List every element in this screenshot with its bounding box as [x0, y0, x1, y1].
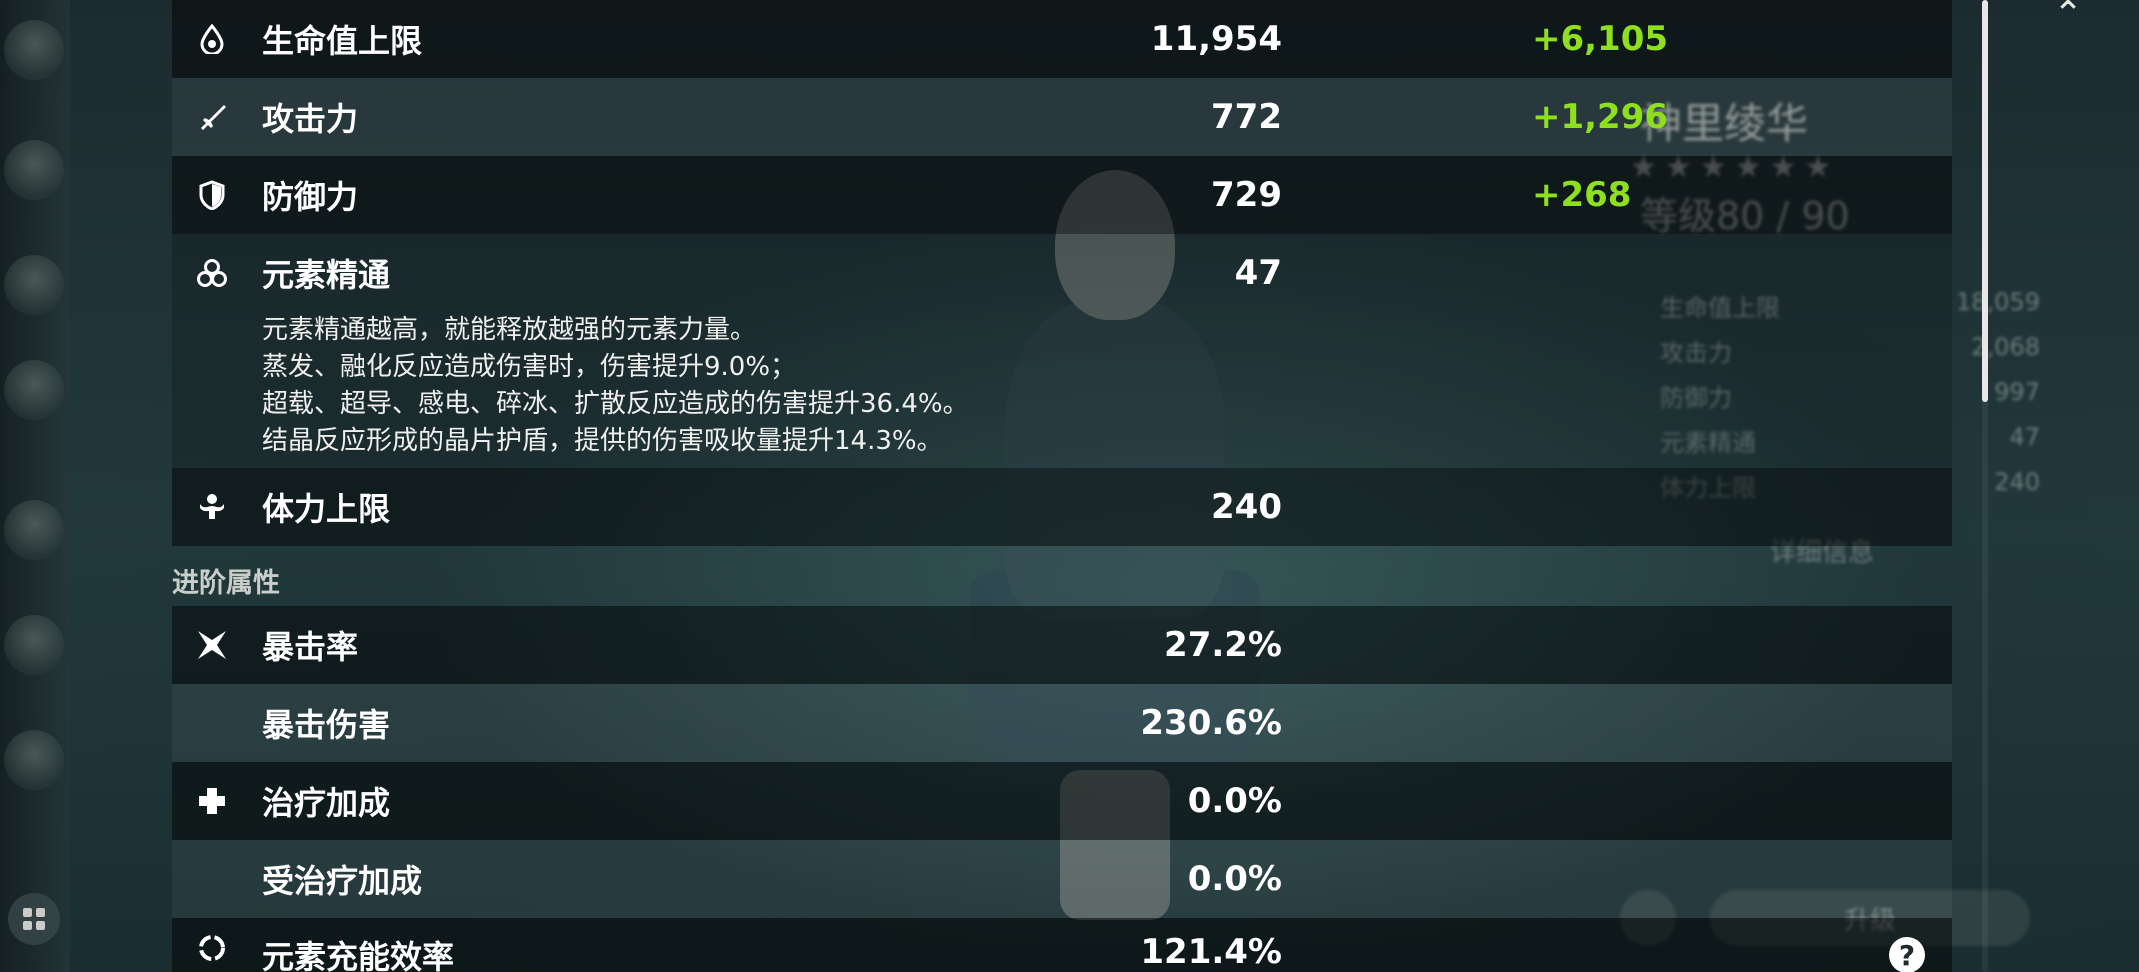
- section-title-advanced: 进阶属性: [172, 568, 280, 599]
- description-line: 元素精通越高，就能释放越强的元素力量。: [262, 315, 757, 345]
- sword-icon: [196, 101, 228, 133]
- energy-recharge-icon: [196, 932, 228, 964]
- stat-label: 暴击伤害: [262, 706, 391, 744]
- stat-label: 治疗加成: [262, 784, 391, 822]
- character-avatar[interactable]: [4, 255, 64, 315]
- stat-value: 121.4%: [1140, 932, 1282, 972]
- stat-value: 230.6%: [1140, 703, 1282, 743]
- stat-value: 0.0%: [1187, 781, 1282, 821]
- shield-icon: [196, 179, 228, 211]
- stat-value: 27.2%: [1164, 625, 1282, 665]
- crit-star-icon: [196, 629, 228, 661]
- stat-value: 0.0%: [1187, 859, 1282, 899]
- stat-row-crit-rate: 暴击率 27.2%: [172, 606, 1952, 684]
- stat-row-atk: 攻击力 772 +1,296: [172, 78, 1952, 156]
- stat-value: 47: [1234, 253, 1282, 293]
- menu-grid-button[interactable]: [8, 893, 60, 945]
- grid-icon: [21, 906, 47, 932]
- character-avatar[interactable]: [4, 500, 64, 560]
- stat-label: 生命值上限: [262, 22, 423, 60]
- stat-label: 攻击力: [262, 100, 359, 138]
- stat-bonus: +6,105: [1532, 19, 1669, 59]
- stat-row-hp: 生命值上限 11,954 +6,105: [172, 0, 1952, 78]
- healing-cross-icon: [196, 785, 228, 817]
- character-switcher-strip: [0, 0, 70, 972]
- stat-value: 772: [1211, 97, 1282, 137]
- elemental-mastery-icon: [196, 257, 228, 289]
- stat-row-incoming-healing: 受治疗加成 0.0%: [172, 840, 1952, 918]
- stat-row-em: 元素精通 47: [172, 234, 1952, 312]
- character-stats-screen: 神里绫华 ★★★★★★ 等级80 / 90 生命值上限 18,059 攻击力 2,0…: [0, 0, 2139, 972]
- stat-label: 体力上限: [262, 490, 391, 528]
- stat-row-def: 防御力 729 +268: [172, 156, 1952, 234]
- character-avatar[interactable]: [4, 140, 64, 200]
- stat-row-crit-dmg: 暴击伤害 230.6%: [172, 684, 1952, 762]
- character-avatar[interactable]: [4, 615, 64, 675]
- stat-row-energy-recharge: 元素充能效率 121.4%: [172, 918, 1952, 972]
- stat-value: 11,954: [1150, 19, 1282, 59]
- character-avatar[interactable]: [4, 360, 64, 420]
- stat-bonus: +268: [1532, 175, 1632, 215]
- scrollbar-thumb[interactable]: [1982, 0, 1988, 402]
- character-avatar[interactable]: [4, 730, 64, 790]
- attribute-details-list: 生命值上限 11,954 +6,105 攻击力 772 +1,296 防御力 7…: [172, 0, 1952, 972]
- description-line: 结晶反应形成的晶片护盾，提供的伤害吸收量提升14.3%。: [262, 426, 943, 456]
- stat-label: 防御力: [262, 178, 359, 216]
- hp-drop-icon: [196, 23, 228, 55]
- stat-row-stamina: 体力上限 240: [172, 468, 1952, 546]
- stat-bonus: +1,296: [1532, 97, 1669, 137]
- stat-label: 元素精通: [262, 256, 391, 294]
- stat-value: 240: [1211, 487, 1282, 527]
- stat-label: 元素充能效率: [262, 938, 455, 972]
- stat-label: 受治疗加成: [262, 862, 423, 900]
- stat-label: 暴击率: [262, 628, 359, 666]
- description-line: 超载、超导、感电、碎冰、扩散反应造成的伤害提升36.4%。: [262, 389, 969, 419]
- character-avatar[interactable]: [4, 20, 64, 80]
- elemental-mastery-description: 元素精通越高，就能释放越强的元素力量。 蒸发、融化反应造成伤害时，伤害提升9.0…: [262, 312, 969, 460]
- stat-value: 729: [1211, 175, 1282, 215]
- help-icon[interactable]: ?: [1889, 937, 1925, 972]
- close-icon[interactable]: ⌃: [2053, 0, 2097, 35]
- stamina-icon: [196, 491, 228, 523]
- description-line: 蒸发、融化反应造成伤害时，伤害提升9.0%；: [262, 352, 797, 382]
- stat-row-healing-bonus: 治疗加成 0.0%: [172, 762, 1952, 840]
